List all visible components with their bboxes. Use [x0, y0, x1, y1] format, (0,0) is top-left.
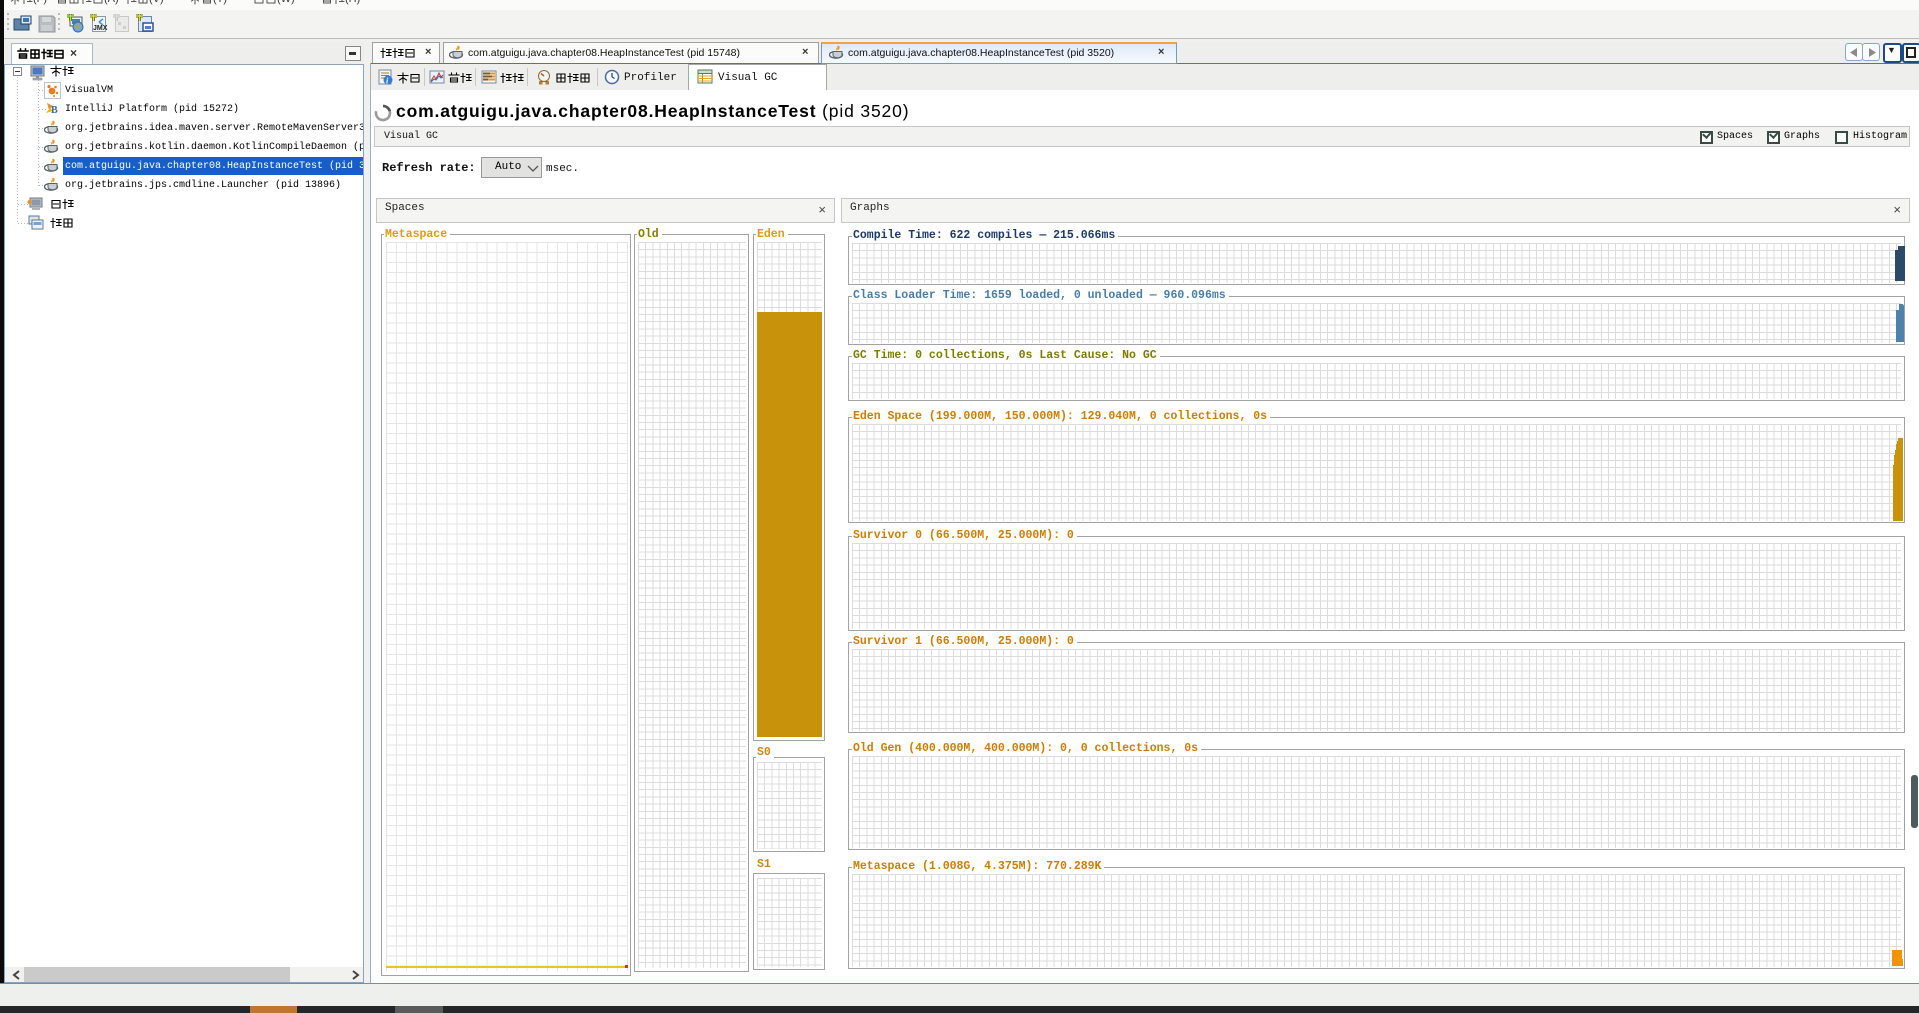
svg-text:B: B	[51, 105, 58, 116]
svg-text:JMX: JMX	[93, 25, 108, 32]
